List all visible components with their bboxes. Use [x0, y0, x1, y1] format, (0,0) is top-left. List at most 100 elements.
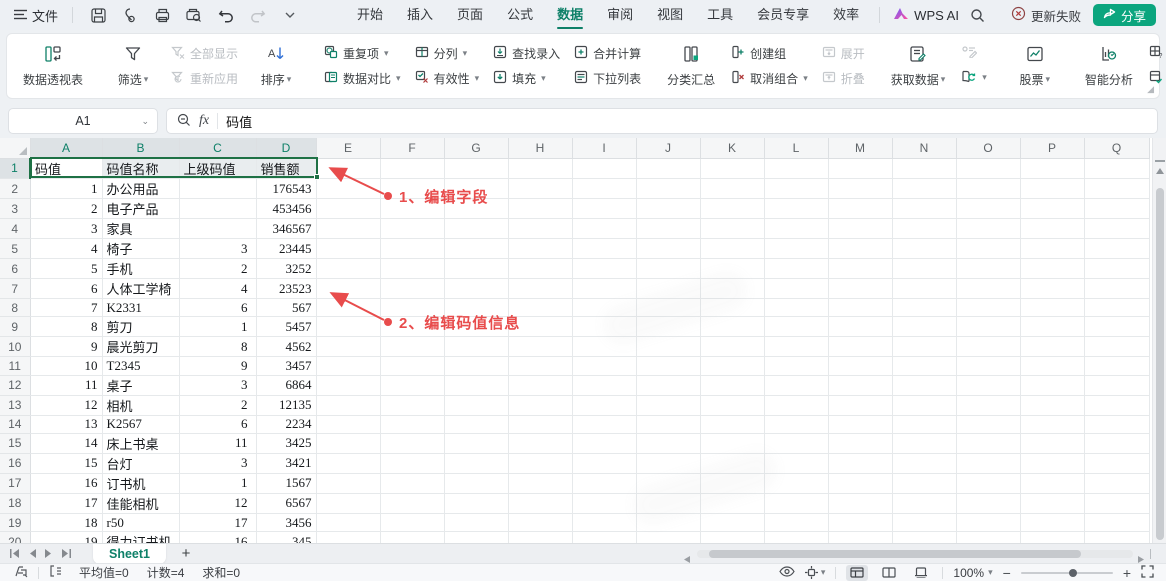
cell-A3[interactable]: 2 — [30, 199, 102, 219]
cell-A20[interactable]: 19 — [30, 532, 102, 543]
col-header-L[interactable]: L — [764, 138, 828, 158]
wps-ai-button[interactable]: WPS AI — [892, 7, 959, 24]
zoom-slider-handle[interactable] — [1069, 569, 1077, 577]
cell-D6[interactable]: 3252 — [256, 259, 316, 279]
cell-E6[interactable] — [316, 259, 380, 279]
cell-Q6[interactable] — [1084, 259, 1149, 279]
cell-B20[interactable]: 得力订书机 — [102, 532, 179, 543]
row-header-19[interactable]: 19 — [0, 513, 30, 531]
cell-B4[interactable]: 家具 — [102, 219, 179, 239]
menu-tab-页面[interactable]: 页面 — [447, 0, 493, 30]
cell-L3[interactable] — [764, 199, 828, 219]
cell-O6[interactable] — [956, 259, 1020, 279]
cell-Q5[interactable] — [1084, 239, 1149, 259]
cell-P11[interactable] — [1020, 357, 1084, 375]
col-header-N[interactable]: N — [892, 138, 956, 158]
cell-H5[interactable] — [508, 239, 572, 259]
row-header-6[interactable]: 6 — [0, 259, 30, 279]
menu-tab-工具[interactable]: 工具 — [697, 0, 743, 30]
cell-I18[interactable] — [572, 493, 636, 513]
cell-D14[interactable]: 2234 — [256, 415, 316, 433]
cell-Q12[interactable] — [1084, 375, 1149, 395]
validation-button[interactable]: 有效性▾ — [411, 69, 484, 88]
cell-B11[interactable]: T2345 — [102, 357, 179, 375]
cell-C10[interactable]: 8 — [179, 337, 256, 357]
cell-N11[interactable] — [892, 357, 956, 375]
cell-E4[interactable] — [316, 219, 380, 239]
zoom-out-button[interactable]: − — [1003, 566, 1011, 580]
cell-M17[interactable] — [828, 473, 892, 493]
cell-G17[interactable] — [444, 473, 508, 493]
cell-K2[interactable] — [700, 179, 764, 199]
cell-O13[interactable] — [956, 395, 1020, 415]
cell-F13[interactable] — [380, 395, 444, 415]
cell-H17[interactable] — [508, 473, 572, 493]
row-header-7[interactable]: 7 — [0, 279, 30, 299]
cell-D4[interactable]: 346567 — [256, 219, 316, 239]
create-group-button[interactable]: 创建组 — [727, 44, 812, 63]
cell-B10[interactable]: 晨光剪刀 — [102, 337, 179, 357]
cell-A6[interactable]: 5 — [30, 259, 102, 279]
cell-P19[interactable] — [1020, 513, 1084, 531]
cell-Q3[interactable] — [1084, 199, 1149, 219]
stock-button[interactable]: 股票▾ — [1007, 42, 1063, 90]
cell-A1[interactable]: 码值 — [30, 158, 102, 179]
cell-B19[interactable]: r50 — [102, 513, 179, 531]
cell-E20[interactable] — [316, 532, 380, 543]
merge-calc-button[interactable]: 合并计算 — [570, 44, 645, 63]
cell-F5[interactable] — [380, 239, 444, 259]
cell-H6[interactable] — [508, 259, 572, 279]
cell-D2[interactable]: 176543 — [256, 179, 316, 199]
cell-N17[interactable] — [892, 473, 956, 493]
cell-N18[interactable] — [892, 493, 956, 513]
cell-M4[interactable] — [828, 219, 892, 239]
cell-K13[interactable] — [700, 395, 764, 415]
cell-G1[interactable] — [444, 158, 508, 179]
cell-Q7[interactable] — [1084, 279, 1149, 299]
cell-G6[interactable] — [444, 259, 508, 279]
horizontal-scroll-thumb[interactable] — [709, 550, 1081, 558]
cell-I17[interactable] — [572, 473, 636, 493]
cell-O9[interactable] — [956, 317, 1020, 337]
cell-L19[interactable] — [764, 513, 828, 531]
zoom-level-button[interactable]: 100%▾ — [953, 566, 992, 580]
cell-M11[interactable] — [828, 357, 892, 375]
get-data-button[interactable]: 获取数据▾ — [885, 42, 952, 90]
cell-K12[interactable] — [700, 375, 764, 395]
show-all-button[interactable]: 全部显示 — [167, 44, 242, 63]
cell-P10[interactable] — [1020, 337, 1084, 357]
col-header-C[interactable]: C — [179, 138, 256, 158]
cell-I20[interactable] — [572, 532, 636, 543]
cell-C9[interactable]: 1 — [179, 317, 256, 337]
cell-I15[interactable] — [572, 433, 636, 453]
name-box-dropdown-icon[interactable]: ⌄ — [141, 117, 149, 126]
cell-F19[interactable] — [380, 513, 444, 531]
cell-B7[interactable]: 人体工学椅 — [102, 279, 179, 299]
menu-tab-效率[interactable]: 效率 — [823, 0, 869, 30]
cell-I11[interactable] — [572, 357, 636, 375]
row-header-18[interactable]: 18 — [0, 493, 30, 513]
menu-tab-视图[interactable]: 视图 — [647, 0, 693, 30]
menu-tab-公式[interactable]: 公式 — [497, 0, 543, 30]
cell-L12[interactable] — [764, 375, 828, 395]
cell-D3[interactable]: 453456 — [256, 199, 316, 219]
cell-E17[interactable] — [316, 473, 380, 493]
first-sheet-icon[interactable] — [10, 549, 20, 558]
cell-M19[interactable] — [828, 513, 892, 531]
find-entry-button[interactable]: 查找录入 — [489, 44, 564, 63]
cell-G10[interactable] — [444, 337, 508, 357]
menu-tab-数据[interactable]: 数据 — [547, 0, 593, 30]
cell-E11[interactable] — [316, 357, 380, 375]
cell-K9[interactable] — [700, 317, 764, 337]
subtotal-button[interactable]: 分类汇总 — [661, 42, 721, 90]
cell-H12[interactable] — [508, 375, 572, 395]
fx-icon[interactable]: fx — [199, 113, 209, 129]
cell-L20[interactable] — [764, 532, 828, 543]
cell-F16[interactable] — [380, 453, 444, 473]
cell-I3[interactable] — [572, 199, 636, 219]
cell-B6[interactable]: 手机 — [102, 259, 179, 279]
cell-D1[interactable]: 销售额 — [256, 158, 316, 179]
cell-P8[interactable] — [1020, 299, 1084, 317]
cell-O5[interactable] — [956, 239, 1020, 259]
quick-access-dropdown[interactable] — [279, 4, 301, 26]
